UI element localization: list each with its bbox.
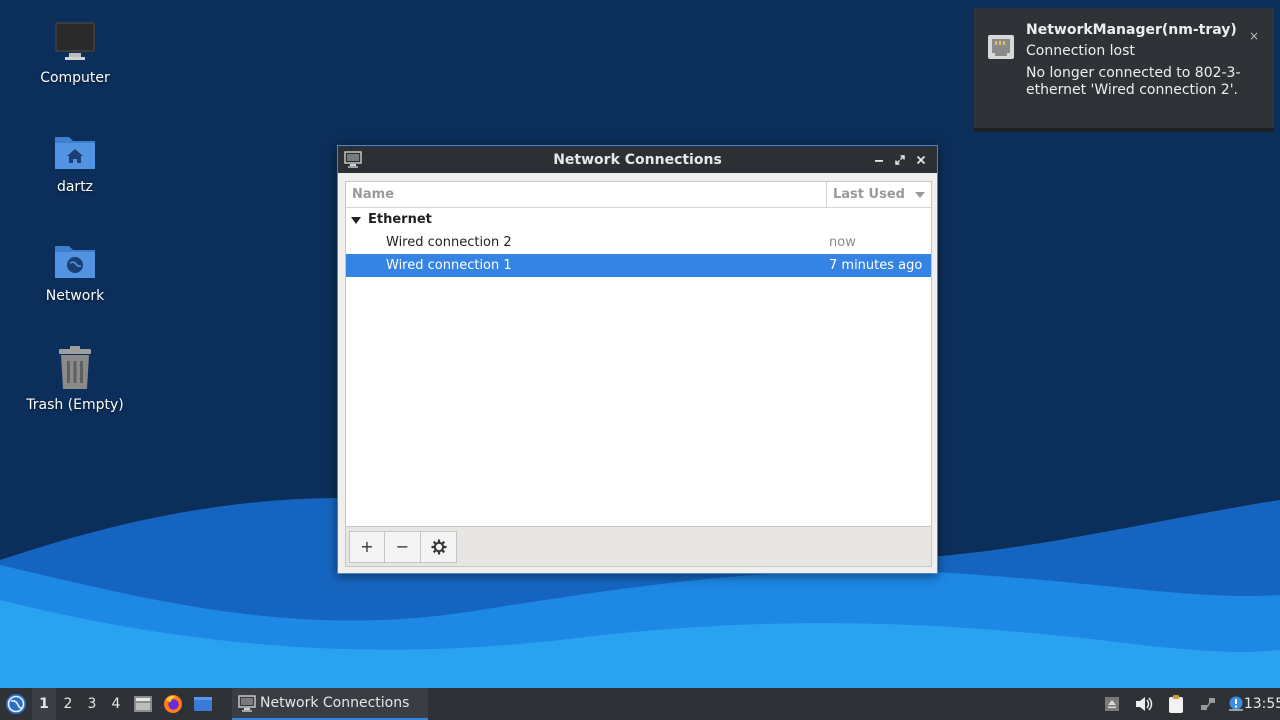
desktop-icon-home[interactable]: dartz <box>20 127 130 195</box>
minimize-button[interactable] <box>868 149 889 170</box>
workspace-4[interactable]: 4 <box>104 688 128 720</box>
window-title: Network Connections <box>553 151 722 168</box>
edit-connection-button[interactable] <box>421 530 457 563</box>
notification-body: No longer connected to 802-3-ethernet 'W… <box>1026 65 1241 98</box>
column-header-last-used[interactable]: Last Used <box>827 182 931 207</box>
show-desktop-button[interactable] <box>188 688 218 720</box>
taskbar-task-label: Network Connections <box>260 695 410 711</box>
desktop-icon-label: Computer <box>40 70 110 86</box>
workspace-1[interactable]: 1 <box>32 688 56 720</box>
maximize-icon <box>894 154 905 165</box>
notification-close-button[interactable]: × <box>1244 26 1264 46</box>
add-connection-button[interactable]: + <box>349 530 385 563</box>
tray-clipboard-button[interactable] <box>1160 688 1192 720</box>
connection-row-wired-2[interactable]: Wired connection 2 now <box>346 231 931 254</box>
connection-last-used: 7 minutes ago <box>829 258 923 273</box>
home-folder-icon <box>55 137 95 169</box>
minimize-icon <box>874 159 883 162</box>
firefox-launcher[interactable] <box>158 688 188 720</box>
workspace-2[interactable]: 2 <box>56 688 80 720</box>
trash-icon <box>59 346 91 389</box>
taskbar-task-network-connections[interactable]: Network Connections <box>232 688 428 720</box>
tree-group-ethernet[interactable]: Ethernet <box>346 208 931 231</box>
taskbar: 1 2 3 4 Network Connections 13:55 <box>0 688 1280 720</box>
desktop-icon <box>194 697 212 711</box>
column-header-name[interactable]: Name <box>346 182 827 207</box>
file-manager-launcher[interactable] <box>128 688 158 720</box>
desktop-icon-trash[interactable]: Trash (Empty) <box>20 345 130 413</box>
tree-header: Name Last Used <box>346 182 931 208</box>
eject-icon <box>1105 697 1119 711</box>
connections-tree[interactable]: Name Last Used Ethernet Wired connection… <box>345 181 932 527</box>
file-manager-icon <box>134 696 152 712</box>
desktop-icon-label: Trash (Empty) <box>26 397 124 413</box>
system-tray: 13:55 <box>1096 688 1280 720</box>
firefox-icon <box>164 695 182 713</box>
ethernet-icon <box>988 35 1014 59</box>
desktop-icon-network[interactable]: Network <box>20 236 130 304</box>
network-connections-icon <box>238 694 256 712</box>
notification-alert-icon <box>1229 696 1243 711</box>
connection-name: Wired connection 2 <box>386 235 512 250</box>
remove-connection-button[interactable]: − <box>385 530 421 563</box>
desktop-icon-label: dartz <box>56 179 94 195</box>
gear-icon <box>431 539 446 554</box>
window-titlebar[interactable]: Network Connections <box>338 146 937 173</box>
close-button[interactable] <box>910 149 931 170</box>
network-connections-window[interactable]: Network Connections Name Last Used Ether… <box>337 145 938 574</box>
computer-icon <box>55 22 95 60</box>
close-icon <box>916 155 925 164</box>
connection-row-wired-1[interactable]: Wired connection 1 7 minutes ago <box>346 254 931 277</box>
expand-arrow-icon[interactable] <box>351 215 361 225</box>
lubuntu-logo-icon <box>6 694 26 714</box>
clock[interactable]: 13:55 <box>1244 688 1280 720</box>
tray-updates-button[interactable] <box>1096 688 1128 720</box>
notification-title: NetworkManager(nm-tray) <box>1026 22 1237 38</box>
notification-popup[interactable]: NetworkManager(nm-tray) Connection lost … <box>974 8 1274 132</box>
window-controls <box>868 146 931 173</box>
network-connections-icon <box>344 151 362 168</box>
maximize-button[interactable] <box>889 149 910 170</box>
start-menu-button[interactable] <box>0 688 32 720</box>
desktop-icon-computer[interactable]: Computer <box>20 18 130 86</box>
connection-last-used: now <box>829 235 856 250</box>
desktop-icon-label: Network <box>45 288 105 304</box>
tray-volume-button[interactable] <box>1128 688 1160 720</box>
network-folder-icon <box>55 246 95 278</box>
network-disconnected-icon <box>1201 698 1215 710</box>
notification-summary: Connection lost <box>1026 43 1135 59</box>
connection-name: Wired connection 1 <box>386 258 512 273</box>
sort-descending-icon <box>915 191 925 198</box>
connection-toolbar: + − <box>345 527 932 567</box>
clipboard-icon <box>1169 695 1183 713</box>
tray-network-button[interactable] <box>1192 688 1224 720</box>
volume-icon <box>1136 697 1153 711</box>
column-header-last-used-label: Last Used <box>833 187 905 202</box>
group-label: Ethernet <box>368 212 432 227</box>
workspace-3[interactable]: 3 <box>80 688 104 720</box>
